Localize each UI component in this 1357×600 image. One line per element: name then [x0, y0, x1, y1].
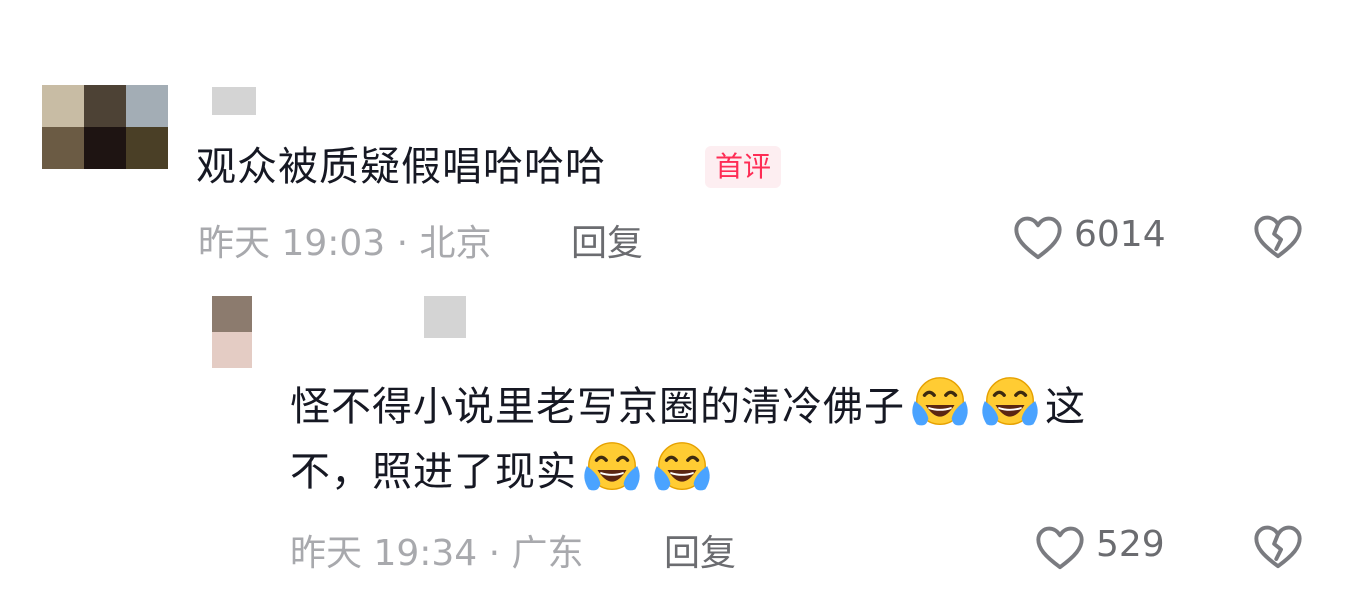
- avatar-pixel: [84, 127, 126, 169]
- reply-button[interactable]: 回复: [571, 214, 643, 266]
- reply-text-line1: 怪不得小说里老写京圈的清冷佛子这: [290, 372, 1250, 437]
- heart-icon: [1012, 213, 1064, 265]
- avatar[interactable]: [42, 85, 168, 169]
- reply-text-line2: 不，照进了现实: [290, 437, 1250, 502]
- reply-like-count: 529: [1096, 524, 1165, 565]
- avatar-pixel: [126, 127, 168, 169]
- username-redacted[interactable]: [212, 87, 256, 115]
- reply-text: 怪不得小说里老写京圈的清冷佛子这 不，照进了现实: [290, 372, 1250, 502]
- reply-username-redacted[interactable]: [424, 296, 466, 338]
- avatar-pixel: [84, 85, 126, 127]
- tears-of-joy-emoji-icon: [909, 372, 971, 434]
- avatar-pixel: [126, 85, 168, 127]
- comment-text: 观众被质疑假唱哈哈哈: [196, 144, 606, 190]
- reply-reply-button[interactable]: 回复: [664, 524, 736, 576]
- reply-avatar[interactable]: [212, 296, 252, 368]
- reply-dislike-button[interactable]: [1252, 522, 1304, 572]
- tears-of-joy-emoji-icon: [651, 437, 713, 499]
- avatar-pixel: [42, 85, 84, 127]
- tears-of-joy-emoji-icon: [581, 437, 643, 499]
- first-comment-badge: 首评: [705, 146, 782, 188]
- like-count: 6014: [1074, 214, 1166, 255]
- avatar-pixel: [42, 127, 84, 169]
- avatar-pixel: [212, 296, 252, 332]
- avatar-pixel: [212, 332, 252, 368]
- dislike-button[interactable]: [1252, 212, 1304, 262]
- comment-timestamp: 昨天 19:03 · 北京: [198, 223, 492, 264]
- reply-timestamp: 昨天 19:34 · 广东: [290, 533, 584, 574]
- heart-icon: [1034, 523, 1086, 575]
- broken-heart-icon: [1252, 525, 1304, 574]
- tears-of-joy-emoji-icon: [979, 372, 1041, 434]
- like-button[interactable]: 6014: [1012, 210, 1182, 264]
- reply-like-button[interactable]: 529: [1034, 520, 1184, 574]
- broken-heart-icon: [1252, 215, 1304, 264]
